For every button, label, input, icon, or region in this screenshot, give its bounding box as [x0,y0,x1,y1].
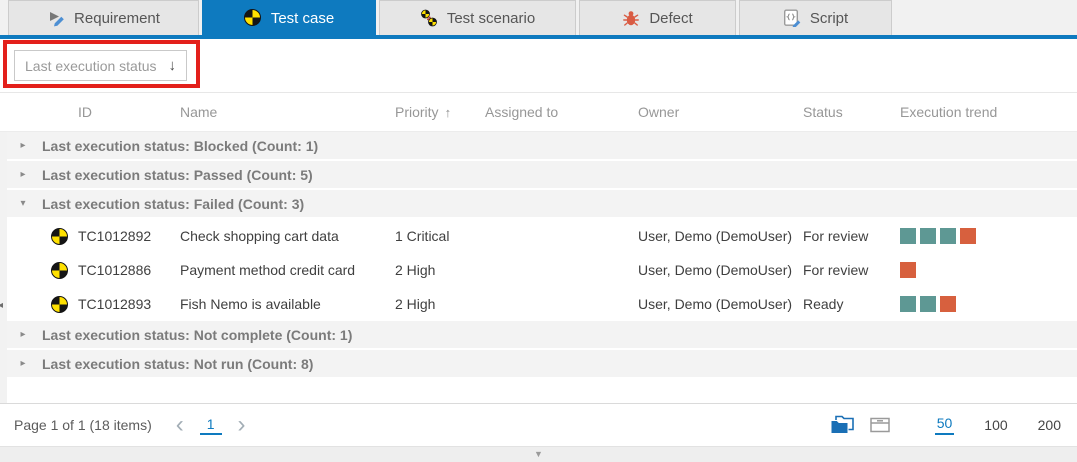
cell-priority: 2 High [395,296,436,312]
cell-id: TC1012892 [78,228,152,244]
group-by-chip-label: Last execution status [25,57,157,74]
cell-id: TC1012886 [78,262,152,278]
group-label: Last execution status: Passed (Count: 5) [42,166,313,183]
page-info: Page 1 of 1 (18 items) [14,417,152,433]
page-size-200[interactable]: 200 [1038,417,1061,433]
page-size-100[interactable]: 100 [984,417,1007,433]
column-header-id[interactable]: ID [78,104,180,120]
bottom-splitter[interactable]: ▼ [0,446,1077,462]
execution-trend-cell [890,296,1077,312]
group-by-chip-last-execution-status[interactable]: Last execution status ↓ [14,50,187,81]
tab-label: Requirement [74,9,160,27]
cell-owner: User, Demo (DemoUser) [638,296,793,312]
tab-bar: Requirement Test case Test scenario Defe… [0,0,1077,35]
folder-stack-icon [830,415,854,434]
expand-collapse-icon[interactable]: ▸ [12,329,34,340]
trend-pass-square [920,296,936,312]
bottom-splitter-arrow-icon[interactable]: ▼ [534,449,543,459]
column-header-execution-trend[interactable]: Execution trend [890,104,1077,120]
tab-requirement[interactable]: Requirement [8,0,199,35]
group-label: Last execution status: Not complete (Cou… [42,326,353,343]
tab-label: Test case [270,9,335,27]
tab-script[interactable]: Script [739,0,892,35]
script-icon [783,9,801,27]
trend-pass-square [920,228,936,244]
expand-collapse-icon[interactable]: ▸ [12,140,34,151]
test-case-icon [243,9,262,27]
table-body: ▸ Last execution status: Blocked (Count:… [0,132,1077,379]
test-case-icon [50,261,68,279]
trend-pass-square [900,296,916,312]
trend-fail-square [960,228,976,244]
cell-name: Fish Nemo is available [180,296,321,312]
row-type-icon-cell [40,261,78,279]
group-label: Last execution status: Failed (Count: 3) [42,195,305,212]
test-management-window: Requirement Test case Test scenario Defe… [0,0,1077,462]
group-row-not-complete[interactable]: ▸ Last execution status: Not complete (C… [0,321,1077,348]
expand-collapse-icon[interactable]: ▸ [12,358,34,369]
column-header-priority[interactable]: Priority ↑ [395,104,485,120]
expand-collapse-icon[interactable]: ▾ [12,198,34,209]
execution-trend-cell [890,228,1077,244]
group-label: Last execution status: Blocked (Count: 1… [42,137,319,154]
defect-icon [622,9,640,27]
trend-fail-square [900,262,916,278]
sort-ascending-icon: ↑ [444,105,452,120]
group-row-passed[interactable]: ▸ Last execution status: Passed (Count: … [0,161,1077,188]
test-case-icon [50,295,68,313]
test-case-icon [50,227,68,245]
cell-priority: 2 High [395,262,436,278]
group-row-blocked[interactable]: ▸ Last execution status: Blocked (Count:… [0,132,1077,159]
cell-status: Ready [803,296,844,312]
cell-status: For review [803,228,869,244]
table-row[interactable]: TC1012893 Fish Nemo is available 2 High … [0,287,1077,321]
column-header-name[interactable]: Name [180,104,395,120]
tab-defect[interactable]: Defect [579,0,736,35]
left-splitter-arrow-icon[interactable]: ◂ [0,300,3,311]
cell-priority: 1 Critical [395,228,450,244]
row-type-icon-cell [40,227,78,245]
previous-page-icon[interactable]: ‹ [176,413,184,437]
current-page-number[interactable]: 1 [199,416,222,435]
tab-label: Script [809,9,849,27]
trend-pass-square [940,228,956,244]
cell-name: Check shopping cart data [180,228,339,244]
tab-test-case[interactable]: Test case [202,0,376,35]
collapse-all-groups-button[interactable] [869,416,891,434]
pager-bar: Page 1 of 1 (18 items) ‹ 1 › 50 100 200 [0,403,1077,446]
column-header-status[interactable]: Status [803,104,890,120]
execution-trend-cell [890,262,1077,278]
group-by-panel: Last execution status ↓ [0,39,1077,93]
group-label: Last execution status: Not run (Count: 8… [42,355,314,372]
tab-label: Defect [649,9,693,27]
table-header-row: ID Name Priority ↑ Assigned to Owner Stat… [0,93,1077,132]
archive-box-icon [869,417,890,433]
expand-all-groups-button[interactable] [829,415,855,436]
tab-label: Test scenario [446,9,536,27]
next-page-icon[interactable]: › [238,413,246,437]
column-header-assigned-to[interactable]: Assigned to [485,104,638,120]
table-row[interactable]: TC1012892 Check shopping cart data 1 Cri… [0,219,1077,253]
tab-test-scenario[interactable]: Test scenario [379,0,576,35]
pager-right-controls: 50 100 200 [815,415,1077,436]
row-type-icon-cell [40,295,78,313]
group-row-failed[interactable]: ▾ Last execution status: Failed (Count: … [0,190,1077,217]
requirement-icon [47,9,65,27]
cell-owner: User, Demo (DemoUser) [638,262,793,278]
cell-owner: User, Demo (DemoUser) [638,228,793,244]
trend-pass-square [900,228,916,244]
column-header-priority-label: Priority [395,104,439,120]
table-row[interactable]: TC1012886 Payment method credit card 2 H… [0,253,1077,287]
left-splitter[interactable]: ◂ [0,132,7,403]
cell-id: TC1012893 [78,296,152,312]
trend-fail-square [940,296,956,312]
test-scenario-icon [420,9,438,27]
sort-descending-icon: ↓ [168,57,177,74]
cell-name: Payment method credit card [180,262,356,278]
expand-collapse-icon[interactable]: ▸ [12,169,34,180]
cell-status: For review [803,262,869,278]
group-row-not-run[interactable]: ▸ Last execution status: Not run (Count:… [0,350,1077,377]
page-size-50[interactable]: 50 [934,415,955,435]
column-header-owner[interactable]: Owner [638,104,803,120]
